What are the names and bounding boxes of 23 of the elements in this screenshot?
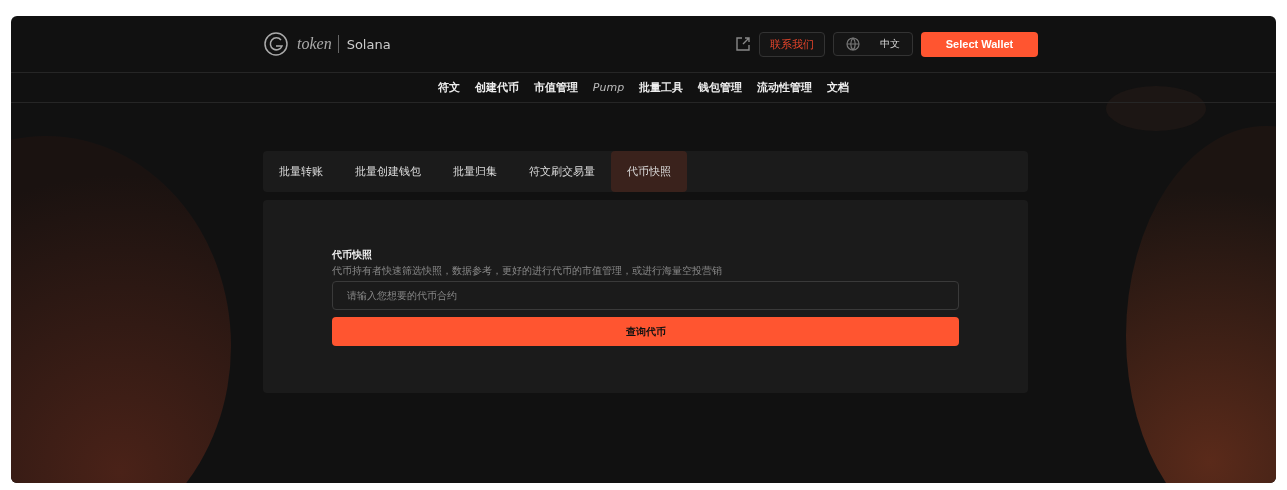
nav-link[interactable]: 文档: [827, 80, 850, 95]
query-button[interactable]: 查询代币: [332, 317, 959, 346]
nav-link[interactable]: 批量工具: [639, 80, 684, 95]
nav-link[interactable]: 流动性管理: [757, 80, 813, 95]
tab[interactable]: 批量创建钱包: [339, 151, 437, 192]
tab[interactable]: 批量转账: [263, 151, 339, 192]
tab[interactable]: 符文刷交易量: [513, 151, 611, 192]
form-description: 代币持有者快速筛选快照，数据参考，更好的进行代币的市值管理，或进行海量空投营销: [332, 264, 723, 278]
globe-icon: [846, 37, 860, 51]
nav-link[interactable]: Pump: [592, 81, 625, 94]
nav-link[interactable]: 符文: [437, 80, 460, 95]
logo-text: token: [297, 35, 339, 53]
network-label: Solana: [345, 36, 391, 52]
share-icon[interactable]: [735, 36, 751, 52]
tab[interactable]: 代币快照: [611, 151, 687, 192]
language-button[interactable]: 中文: [833, 32, 913, 56]
form-title: 代币快照: [332, 248, 373, 262]
nav-link[interactable]: 钱包管理: [698, 80, 743, 95]
nav-link[interactable]: 创建代币: [474, 80, 519, 95]
contact-button[interactable]: 联系我们: [759, 31, 825, 57]
contract-input-field[interactable]: 请输入您想要的代币合约: [332, 281, 959, 310]
nav-link[interactable]: 市值管理: [533, 80, 578, 95]
tab[interactable]: 批量归集: [437, 151, 513, 192]
